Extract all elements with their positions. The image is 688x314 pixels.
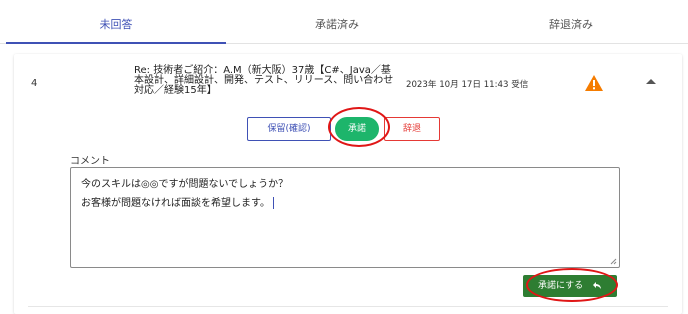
active-tab-indicator: [6, 42, 226, 44]
comment-line-2-text: お客様が問題なければ面談を希望します。: [81, 198, 270, 209]
warning-icon: [585, 75, 603, 91]
hold-confirm-button[interactable]: 保留(確認): [247, 117, 331, 141]
received-timestamp: 2023年 10月 17日 11:43 受信: [406, 80, 529, 90]
accept-button[interactable]: 承諾: [335, 117, 379, 141]
reply-icon: [592, 282, 601, 289]
comment-textarea[interactable]: 今のスキルは◎◎ですが問題ないでしょうか？ お客様が問題なければ面談を希望します…: [70, 167, 620, 268]
tab-declined[interactable]: 辞退済み: [462, 0, 680, 44]
comment-label: コメント: [70, 156, 110, 167]
tab-unanswered[interactable]: 未回答: [6, 0, 226, 44]
submit-accept-button[interactable]: 承諾にする: [523, 275, 617, 297]
row-number: 4: [31, 78, 38, 89]
decline-button[interactable]: 辞退: [384, 117, 440, 141]
submit-label: 承諾にする: [538, 281, 584, 291]
tab-accepted[interactable]: 承諾済み: [232, 0, 442, 44]
divider: [28, 306, 668, 307]
tab-bar: 未回答 承諾済み 辞退済み: [0, 0, 688, 44]
resize-handle-icon[interactable]: [610, 258, 617, 265]
message-card: 4 Re: 技術者ご紹介：A.M（新大阪）37歳【C#、Java／基本設計、詳細…: [14, 54, 682, 314]
chevron-up-icon[interactable]: [644, 76, 658, 86]
comment-line-2: お客様が問題なければ面談を希望します。: [81, 194, 609, 213]
message-subject: Re: 技術者ご紹介：A.M（新大阪）37歳【C#、Java／基本設計、詳細設計…: [134, 65, 394, 96]
comment-line-1: 今のスキルは◎◎ですが問題ないでしょうか？: [81, 179, 289, 190]
text-caret: [273, 197, 274, 209]
